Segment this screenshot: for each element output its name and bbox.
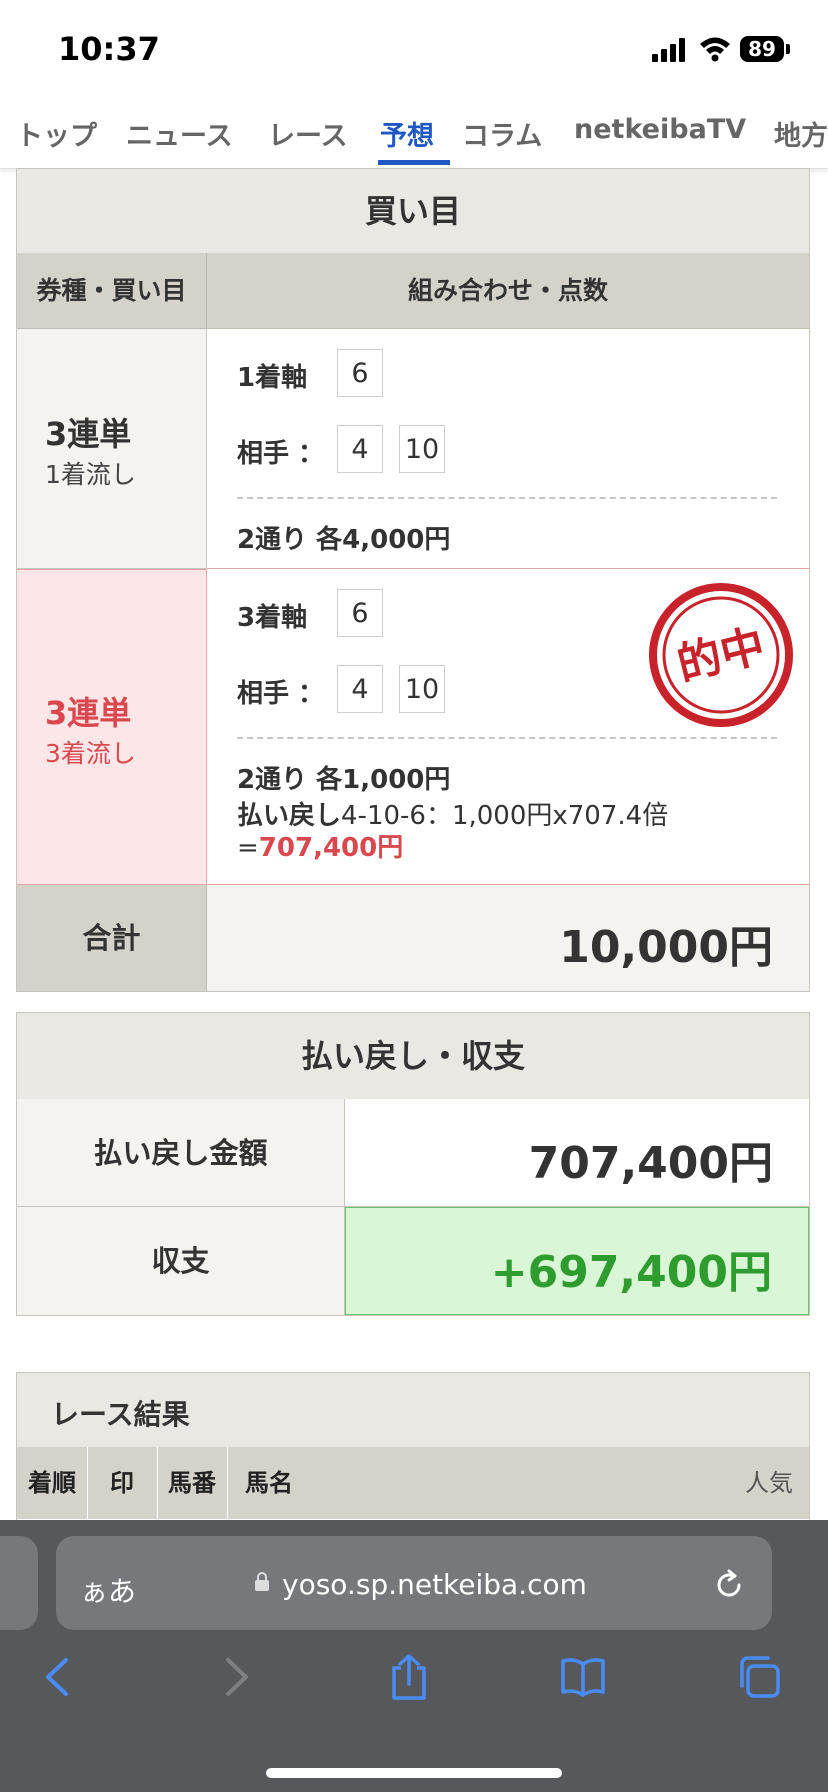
hit-stamp-text: 的中 [672, 620, 770, 691]
lock-icon [255, 1572, 269, 1591]
previous-tab-preview[interactable] [0, 1536, 38, 1630]
bet-summary: 2通り 各1,000円 [237, 765, 451, 795]
home-indicator [266, 1768, 562, 1778]
payout-amount-cell: 707,400円 [345, 1099, 809, 1207]
bet-type-cell-hit: 3連単 3着流し [17, 569, 207, 885]
forward-icon[interactable] [212, 1654, 258, 1700]
reload-icon[interactable] [712, 1568, 746, 1602]
bet-combo-cell: 1着軸 6 相手 ： 4 10 2通り 各4,000円 [207, 329, 809, 569]
total-label: 合計 [17, 885, 207, 991]
partner-number: 4 [337, 665, 383, 713]
results-title: レース結果 [51, 1398, 190, 1431]
active-tab-indicator [378, 160, 450, 165]
tab-column[interactable]: コラム [462, 114, 542, 153]
col-mark: 印 [87, 1447, 158, 1519]
partner-number: 4 [337, 425, 383, 473]
payout-table: 払い戻し・収支 払い戻し金額 707,400円 収支 +697,400円 [16, 1012, 810, 1316]
bet-type: 3連単 [45, 415, 132, 453]
payout-title: 払い戻し・収支 [17, 1013, 809, 1100]
results-columns: 着順 印 馬番 馬名 人気 [17, 1447, 809, 1519]
bets-table: 買い目 券種・買い目 組み合わせ・点数 3連単 1着流し 1着軸 6 相手 ： … [16, 168, 810, 992]
partner-number: 10 [399, 425, 445, 473]
results-header: レース結果 [17, 1373, 809, 1448]
partner-label: 相手 ： [237, 679, 325, 709]
col-horse-name: 馬名 [245, 1469, 293, 1497]
bet-summary: 2通り 各4,000円 [237, 525, 451, 555]
status-time: 10:37 [58, 30, 160, 68]
battery-icon: 89 [740, 36, 784, 62]
balance-value: +697,400円 [490, 1247, 772, 1298]
axis-number: 6 [337, 349, 383, 397]
cellular-signal-icon [652, 38, 686, 62]
browser-toolbar: ぁあ yoso.sp.netkeiba.com [0, 1520, 828, 1792]
col-bet-type: 券種・買い目 [17, 253, 207, 329]
payout-value: 707,400円 [258, 833, 404, 863]
divider [237, 497, 777, 499]
bet-method: 3着流し [45, 739, 136, 768]
col-combination: 組み合わせ・点数 [207, 253, 809, 329]
category-tabs: トップ ニュース レース 予想 コラム netkeibaTV 地方 [0, 96, 828, 169]
col-finish: 着順 [17, 1447, 88, 1519]
payout-amount-label: 払い戻し金額 [17, 1099, 345, 1207]
bet-type-cell: 3連単 1着流し [17, 329, 207, 569]
tab-local[interactable]: 地方 [774, 114, 828, 153]
axis-number: 6 [337, 589, 383, 637]
tab-race[interactable]: レース [268, 114, 348, 153]
status-bar: 10:37 89 [0, 0, 828, 96]
bookmarks-icon[interactable] [560, 1654, 606, 1700]
balance-label: 収支 [17, 1207, 345, 1315]
tab-prediction[interactable]: 予想 [380, 114, 434, 153]
url-text[interactable]: yoso.sp.netkeiba.com [282, 1568, 587, 1601]
tab-netkeiba-tv[interactable]: netkeibaTV [574, 114, 746, 145]
total-cell: 10,000円 [207, 885, 809, 991]
bet-method: 1着流し [45, 460, 136, 489]
tab-top[interactable]: トップ [16, 114, 97, 153]
back-icon[interactable] [36, 1654, 82, 1700]
total-value: 10,000円 [559, 922, 773, 973]
battery-tip [786, 44, 790, 54]
balance-cell: +697,400円 [345, 1207, 809, 1315]
wifi-icon [700, 37, 730, 62]
tab-news[interactable]: ニュース [126, 114, 233, 153]
tabs-icon[interactable] [736, 1654, 782, 1700]
axis-label: 1着軸 [237, 363, 308, 393]
hit-stamp-icon: 的中 [649, 583, 793, 727]
partner-number: 10 [399, 665, 445, 713]
share-icon[interactable] [386, 1654, 432, 1700]
payout-eq: = [237, 833, 259, 863]
bets-title: 買い目 [17, 169, 809, 254]
divider [237, 737, 777, 739]
payout-amount-value: 707,400円 [528, 1138, 773, 1189]
col-horse-number: 馬番 [157, 1447, 228, 1519]
axis-label: 3着軸 [237, 603, 308, 633]
col-popularity: 人気 [745, 1469, 793, 1497]
bet-type: 3連単 [45, 694, 132, 732]
payout-result-line: =707,400円 [237, 827, 403, 864]
reader-settings-button[interactable]: ぁあ [80, 1570, 136, 1610]
partner-label: 相手 ： [237, 439, 325, 469]
race-results-table: レース結果 着順 印 馬番 馬名 人気 [16, 1372, 810, 1532]
